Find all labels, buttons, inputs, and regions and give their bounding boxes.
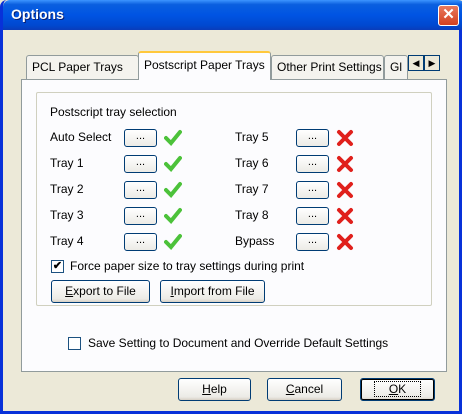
import-label: mport from File — [173, 284, 255, 298]
tab-gl[interactable]: Gl — [384, 55, 408, 79]
help-button[interactable]: Help — [178, 378, 251, 401]
check-icon — [164, 208, 182, 224]
import-from-file-button[interactable]: Import from File — [160, 280, 265, 303]
tray-name: Tray 8 — [235, 208, 269, 222]
tray-settings-button[interactable]: ... — [296, 155, 329, 173]
group-label: Postscript tray selection — [50, 105, 177, 119]
tray-name: Bypass — [235, 234, 275, 248]
check-icon — [164, 234, 182, 250]
export-to-file-button[interactable]: Export to File — [51, 280, 150, 303]
tray-name: Tray 4 — [50, 234, 84, 248]
save-setting-label: Save Setting to Document and Override De… — [88, 336, 389, 350]
tray-name: Tray 3 — [50, 208, 84, 222]
close-button[interactable]: ✕ — [438, 5, 459, 26]
cross-icon — [337, 182, 353, 198]
save-setting-checkbox[interactable] — [68, 337, 81, 350]
tray-settings-button[interactable]: ... — [124, 233, 157, 251]
tab-scroll-left-button[interactable]: ◀ — [408, 55, 424, 71]
tray-name: Tray 7 — [235, 182, 269, 196]
tray-settings-button[interactable]: ... — [296, 129, 329, 147]
title-bar[interactable]: Options ✕ — [3, 0, 462, 30]
tray-settings-button[interactable]: ... — [296, 207, 329, 225]
tray-name: Tray 1 — [50, 156, 84, 170]
tab-label: Other Print Settings — [277, 60, 382, 74]
tray-settings-button[interactable]: ... — [124, 207, 157, 225]
tab-scroll-right-button[interactable]: ▶ — [424, 55, 440, 71]
tray-settings-button[interactable]: ... — [296, 181, 329, 199]
force-paper-label: Force paper size to tray settings during… — [70, 259, 305, 273]
ok-label: K — [398, 382, 407, 396]
tab-pcl-paper-trays[interactable]: PCL Paper Trays — [26, 55, 139, 79]
check-icon — [164, 182, 182, 198]
tab-postscript-paper-trays[interactable]: Postscript Paper Trays — [138, 51, 271, 80]
tray-name: Tray 6 — [235, 156, 269, 170]
options-dialog: Options ✕ PCL Paper Trays Postscript Pap… — [0, 0, 462, 414]
tray-settings-button[interactable]: ... — [124, 155, 157, 173]
check-icon — [164, 130, 182, 146]
tray-selection-group: Postscript tray selection Auto Select ..… — [36, 92, 432, 306]
chevron-right-icon: ▶ — [428, 58, 436, 68]
tab-other-print-settings[interactable]: Other Print Settings — [271, 55, 384, 79]
close-icon: ✕ — [442, 6, 455, 23]
tray-settings-button[interactable]: ... — [124, 181, 157, 199]
tray-name: Tray 2 — [50, 182, 84, 196]
ok-focus: OK — [373, 381, 422, 397]
ok-mnemonic: O — [388, 382, 399, 396]
help-mnemonic: H — [202, 382, 211, 396]
check-icon — [164, 156, 182, 172]
tray-name: Auto Select — [50, 130, 112, 144]
export-label: xport to File — [73, 284, 136, 298]
cross-icon — [337, 234, 353, 250]
chevron-left-icon: ◀ — [412, 58, 420, 68]
tab-panel: Postscript tray selection Auto Select ..… — [21, 79, 447, 372]
export-mnemonic: E — [65, 284, 74, 298]
force-paper-checkbox[interactable]: ✔ — [51, 260, 64, 273]
window-title: Options — [11, 6, 64, 22]
tray-settings-button[interactable]: ... — [124, 129, 157, 147]
tray-settings-button[interactable]: ... — [296, 233, 329, 251]
tray-name: Tray 5 — [235, 130, 269, 144]
cross-icon — [337, 130, 353, 146]
help-label: elp — [210, 382, 227, 396]
tab-label: Gl — [390, 60, 402, 74]
cross-icon — [337, 208, 353, 224]
ok-button[interactable]: OK — [360, 378, 435, 401]
tab-label: Postscript Paper Trays — [144, 58, 265, 72]
cross-icon — [337, 156, 353, 172]
tab-label: PCL Paper Trays — [32, 60, 123, 74]
cancel-label: ancel — [294, 382, 324, 396]
cancel-button[interactable]: Cancel — [267, 378, 342, 401]
